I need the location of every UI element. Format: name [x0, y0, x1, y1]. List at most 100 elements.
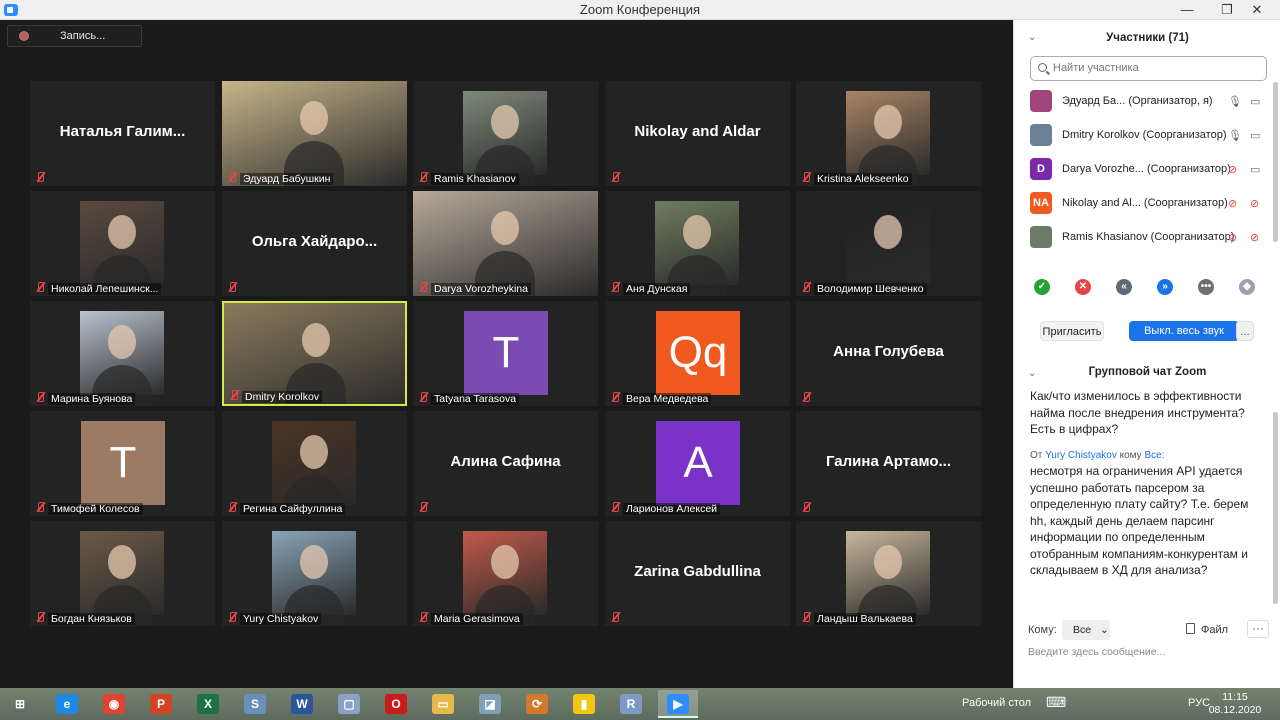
mic-muted-icon: [417, 501, 429, 513]
taskbar: ⊞ e ◉ P X S W ▢ O ▭ ◪ ⟳ ▮ R ▶ Рабочий стол ⌨ РУС 11:15…: [0, 688, 1280, 720]
participants-scrollbar[interactable]: [1273, 82, 1278, 242]
camera-icon[interactable]: ▭: [1250, 163, 1266, 176]
ie-app[interactable]: e: [47, 690, 87, 718]
sync-app[interactable]: ⟳: [517, 690, 557, 718]
participant-name: Nikolay and Al... (Соорганизатор): [1062, 197, 1228, 209]
no-reaction-icon[interactable]: ✕: [1075, 279, 1091, 295]
video-tile[interactable]: Володимир Шевченко: [796, 191, 981, 296]
screen-app[interactable]: ▢: [329, 690, 369, 718]
participant-name: Darya Vorozhe... (Соорганизатор): [1062, 163, 1231, 175]
camera-icon[interactable]: ▭: [1250, 129, 1266, 142]
excel-app[interactable]: X: [188, 690, 228, 718]
mute-all-button[interactable]: Выкл. весь звук: [1129, 321, 1239, 341]
video-tile[interactable]: Наталья Галим...: [30, 81, 215, 186]
video-feed: [222, 81, 407, 186]
tile-name-label: Darya Vorozheykina: [431, 283, 531, 295]
file-button[interactable]: Файл: [1186, 623, 1228, 636]
participant-row[interactable]: Эдуард Ба... (Организатор, я) 🎙 ▭: [1030, 88, 1270, 116]
participants-more-button[interactable]: ...: [1236, 321, 1254, 341]
tile-name-label: Володимир Шевченко: [814, 283, 927, 295]
skype-app[interactable]: S: [235, 690, 275, 718]
yes-reaction-icon[interactable]: ✓: [1034, 279, 1050, 295]
chat-scrollbar[interactable]: [1273, 412, 1278, 604]
faster-reaction-icon[interactable]: »: [1157, 279, 1173, 295]
mic-muted-icon: [417, 171, 429, 183]
video-tile[interactable]: Регина Сайфуллина: [222, 411, 407, 516]
video-tile[interactable]: Аня Дунская: [605, 191, 790, 296]
camera-off-icon[interactable]: ⊘: [1250, 231, 1266, 244]
participant-row[interactable]: Dmitry Korolkov (Соорганизатор) 🎙 ▭: [1030, 122, 1270, 150]
video-tile[interactable]: Dmitry Korolkov: [222, 301, 407, 406]
invite-button[interactable]: Пригласить: [1040, 321, 1104, 341]
mic-muted-icon[interactable]: ⊘: [1228, 163, 1242, 176]
video-tile[interactable]: T Тимофей Колесов: [30, 411, 215, 516]
chrome-app[interactable]: ◉: [94, 690, 134, 718]
profile-photo: [846, 201, 930, 296]
more-reaction-icon[interactable]: •••: [1198, 279, 1214, 295]
video-tile[interactable]: Ольга Хайдаро...: [222, 191, 407, 296]
notes-app-icon: ◪: [479, 694, 501, 714]
powerbi-app[interactable]: ▮: [564, 690, 604, 718]
video-tile[interactable]: Maria Gerasimova: [413, 521, 598, 626]
start-button[interactable]: ⊞: [0, 690, 40, 718]
video-tile[interactable]: Nikolay and Aldar: [605, 81, 790, 186]
microphone-icon[interactable]: 🎙: [1228, 129, 1242, 142]
video-tile[interactable]: Ramis Khasianov: [413, 81, 598, 186]
keyboard-icon[interactable]: ⌨: [1046, 694, 1066, 711]
explorer-app[interactable]: ▭: [423, 690, 463, 718]
video-tile[interactable]: Ландыш Валькаева: [796, 521, 981, 626]
tile-name-label: Kristina Alekseenko: [814, 173, 912, 185]
participant-row[interactable]: Ramis Khasianov (Соорганизатор) ⊘ ⊘: [1030, 224, 1270, 252]
clock[interactable]: 11:15 08.12.2020: [1205, 691, 1265, 717]
from-prefix: От: [1030, 450, 1043, 461]
person-silhouette: [108, 325, 136, 359]
avatar: NA: [1030, 192, 1052, 214]
participant-row[interactable]: NA Nikolay and Al... (Соорганизатор) ⊘ ⊘: [1030, 190, 1270, 218]
video-tile[interactable]: Марина Буянова: [30, 301, 215, 406]
video-tile[interactable]: Kristina Alekseenko: [796, 81, 981, 186]
recipient-select[interactable]: Все ⌄: [1062, 620, 1110, 640]
mic-muted-icon[interactable]: ⊘: [1228, 231, 1242, 244]
participant-row[interactable]: D Darya Vorozhe... (Соорганизатор) ⊘ ▭: [1030, 156, 1270, 184]
mic-muted-icon: [609, 391, 621, 403]
chat-input[interactable]: Введите здесь сообщение...: [1028, 646, 1165, 658]
mic-muted-icon: [417, 611, 429, 623]
chat-message: Как/что изменилось в эффективности найма…: [1030, 389, 1245, 436]
slower-reaction-icon[interactable]: «: [1116, 279, 1132, 295]
microphone-icon[interactable]: 🎙: [1228, 95, 1242, 108]
notes-app[interactable]: ◪: [470, 690, 510, 718]
recording-indicator[interactable]: Запись...: [7, 25, 142, 47]
zoom-app[interactable]: ▶: [658, 690, 698, 718]
minimize-button[interactable]: —: [1170, 0, 1204, 20]
video-tile[interactable]: Zarina Gabdullina: [605, 521, 790, 626]
video-tile[interactable]: T Tatyana Tarasova: [413, 301, 598, 406]
video-tile[interactable]: Darya Vorozheykina: [413, 191, 598, 296]
desktop-label[interactable]: Рабочий стол: [962, 697, 1031, 709]
chat-more-button[interactable]: ···: [1247, 620, 1269, 638]
participant-search-input[interactable]: Найти участника: [1030, 56, 1267, 81]
camera-icon[interactable]: ▭: [1250, 95, 1266, 108]
video-tile[interactable]: Анна Голубева: [796, 301, 981, 406]
powerpoint-app-icon: P: [150, 694, 172, 714]
maximize-button[interactable]: ❐: [1210, 0, 1244, 20]
zoom-app-icon: ▶: [667, 694, 689, 714]
clear-reaction-icon[interactable]: ◆: [1239, 279, 1255, 295]
word-app[interactable]: W: [282, 690, 322, 718]
video-tile[interactable]: Богдан Князьков: [30, 521, 215, 626]
close-button[interactable]: ✕: [1240, 0, 1274, 20]
video-tile[interactable]: Николай Лепешинск...: [30, 191, 215, 296]
video-tile[interactable]: Алина Сафина: [413, 411, 598, 516]
mic-muted-icon[interactable]: ⊘: [1228, 197, 1242, 210]
video-tile[interactable]: Эдуард Бабушкин: [222, 81, 407, 186]
opera-app[interactable]: O: [376, 690, 416, 718]
mic-muted-icon: [609, 611, 621, 623]
video-tile[interactable]: Qq Вера Медведева: [605, 301, 790, 406]
powerpoint-app[interactable]: P: [141, 690, 181, 718]
camera-off-icon[interactable]: ⊘: [1250, 197, 1266, 210]
video-tile[interactable]: A Ларионов Алексей: [605, 411, 790, 516]
recipient-name[interactable]: Все:: [1144, 450, 1164, 461]
sender-name[interactable]: Yury Chistyakov: [1045, 450, 1117, 461]
r-app[interactable]: R: [611, 690, 651, 718]
video-tile[interactable]: Yury Chistyakov: [222, 521, 407, 626]
video-tile[interactable]: Галина Артамо...: [796, 411, 981, 516]
